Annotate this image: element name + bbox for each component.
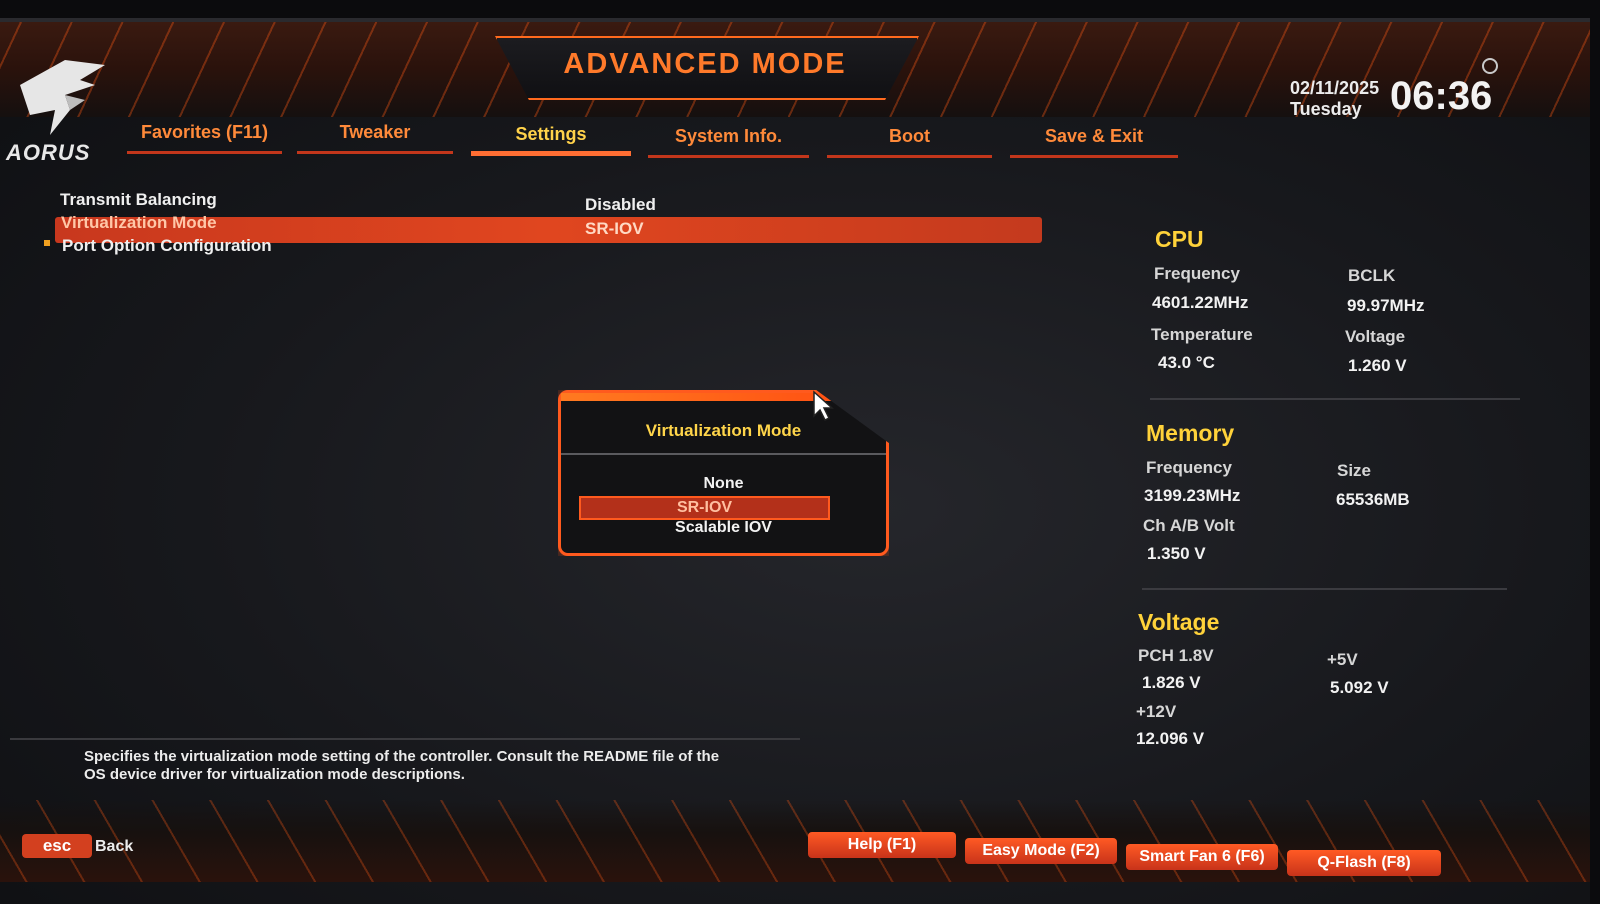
cpu-bclk-label: BCLK (1348, 266, 1396, 285)
submenu-bullet-icon (44, 240, 50, 246)
voltage-pch-value: 1.826 V (1142, 673, 1201, 692)
voltage-5v-label: +5V (1327, 650, 1358, 669)
voltage-12v-value: 12.096 V (1136, 729, 1205, 748)
setting-transmit-balancing-label[interactable]: Transmit Balancing (60, 190, 217, 210)
cpu-frequency-value: 4601.22MHz (1152, 293, 1249, 312)
cpu-temperature-value: 43.0 °C (1158, 353, 1215, 372)
cpu-bclk-value: 99.97MHz (1347, 296, 1425, 315)
tab-system-info[interactable]: System Info. (648, 122, 809, 158)
voltage-heading: Voltage (1138, 609, 1220, 635)
tab-favorites[interactable]: Favorites (F11) (127, 118, 282, 154)
dialog-divider (561, 453, 886, 455)
brand-logo-text: AORUS (6, 140, 91, 165)
setting-transmit-balancing-value[interactable]: Disabled (585, 195, 656, 215)
q-flash-button[interactable]: Q-Flash (F8) (1287, 850, 1441, 876)
cpu-temperature-label: Temperature (1151, 325, 1253, 344)
settings-gear-icon[interactable] (1482, 58, 1498, 74)
date: 02/11/2025 (1290, 78, 1380, 98)
page-title: ADVANCED MODE (563, 48, 847, 80)
esc-button[interactable]: esc (22, 834, 92, 858)
cpu-heading: CPU (1155, 226, 1204, 252)
memory-size-label: Size (1337, 461, 1372, 480)
option-sr-iov[interactable]: SR-IOV (579, 496, 830, 520)
smart-fan-button[interactable]: Smart Fan 6 (F6) (1126, 844, 1278, 870)
cpu-separator (1150, 398, 1520, 400)
cpu-voltage-value: 1.260 V (1348, 356, 1407, 375)
tab-settings[interactable]: Settings (471, 120, 631, 156)
back-label[interactable]: Back (95, 838, 133, 856)
voltage-12v-label: +12V (1136, 702, 1177, 721)
voltage-5v-value: 5.092 V (1330, 678, 1389, 697)
memory-size-value: 65536MB (1336, 490, 1410, 509)
tab-tweaker[interactable]: Tweaker (297, 118, 453, 154)
memory-volt-label: Ch A/B Volt (1143, 516, 1235, 535)
tab-save-exit[interactable]: Save & Exit (1010, 122, 1178, 158)
virtualization-mode-dialog: Virtualization Mode None SR-IOV Scalable… (558, 390, 889, 556)
dialog-title: Virtualization Mode (645, 421, 802, 440)
cpu-frequency-label: Frequency (1154, 264, 1240, 283)
cpu-voltage-label: Voltage (1345, 327, 1406, 346)
setting-virtualization-mode-label[interactable]: Virtualization Mode (61, 213, 217, 233)
setting-port-option-configuration[interactable]: Port Option Configuration (62, 236, 272, 256)
help-description: Specifies the virtualization mode settin… (84, 748, 720, 783)
date-block: 02/11/2025 Tuesday (1290, 78, 1379, 120)
option-none[interactable]: None (561, 475, 886, 493)
mouse-cursor-icon (813, 390, 834, 422)
memory-separator (1142, 588, 1507, 590)
voltage-pch-label: PCH 1.8V (1138, 646, 1214, 665)
memory-heading: Memory (1146, 420, 1235, 446)
memory-frequency-value: 3199.23MHz (1144, 486, 1241, 505)
memory-volt-value: 1.350 V (1147, 544, 1206, 563)
tab-boot[interactable]: Boot (827, 122, 992, 158)
clock: 06:36 (1390, 74, 1493, 118)
easy-mode-button[interactable]: Easy Mode (F2) (965, 838, 1117, 864)
setting-virtualization-mode-value[interactable]: SR-IOV (585, 219, 644, 239)
help-separator (10, 738, 800, 740)
help-button[interactable]: Help (F1) (808, 832, 956, 858)
option-scalable-iov[interactable]: Scalable IOV (561, 519, 886, 537)
day: Tuesday (1290, 99, 1362, 119)
memory-frequency-label: Frequency (1146, 458, 1232, 477)
